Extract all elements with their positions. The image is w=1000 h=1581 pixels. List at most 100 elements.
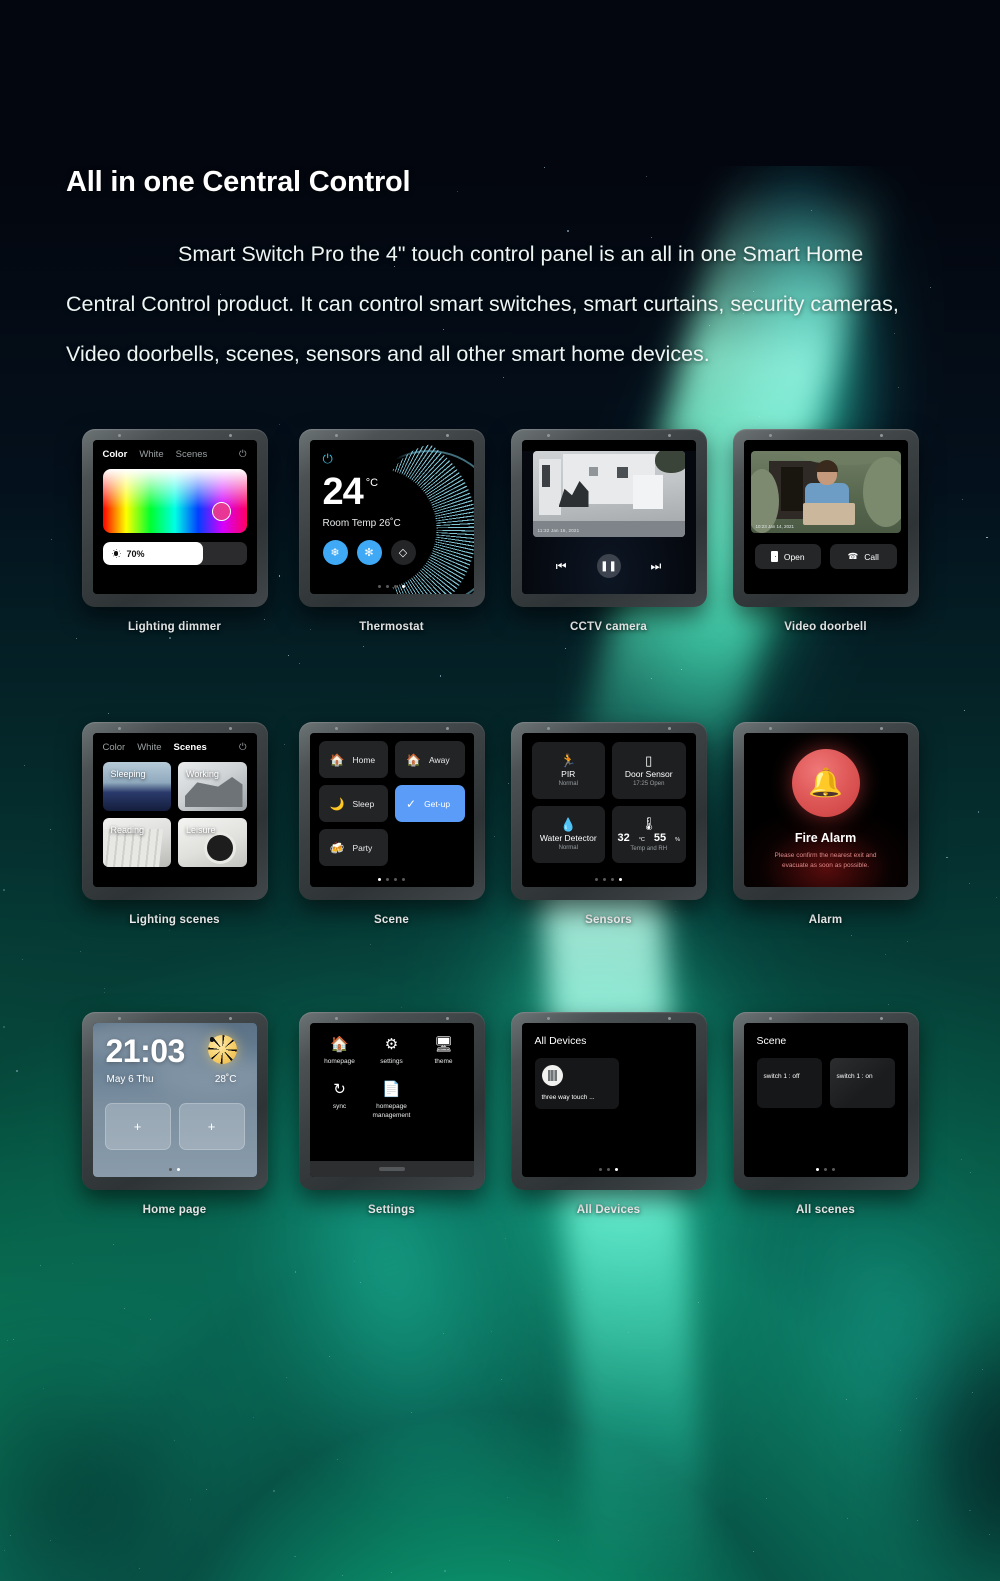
scene-button-party[interactable]: 🍻 Party bbox=[318, 829, 388, 866]
gallery-item-scene: 🏠 Home 🏠 Away 🌙 Sleep ✓ Get-up 🍻 Party S… bbox=[283, 722, 500, 1012]
scene-button-sleep[interactable]: 🌙 Sleep bbox=[318, 785, 388, 822]
pager-dot[interactable] bbox=[386, 878, 389, 881]
pager-dot-active[interactable] bbox=[816, 1168, 819, 1171]
screen-alarm[interactable]: 🔔 Fire Alarm Please confirm the nearest … bbox=[743, 733, 908, 887]
pager-dot-active[interactable] bbox=[402, 585, 405, 588]
settings-home-bar[interactable] bbox=[309, 1161, 474, 1177]
power-icon[interactable]: ⏻ bbox=[239, 450, 247, 460]
settings-item-homepage[interactable]: 🏠 homepage bbox=[314, 1037, 366, 1066]
feed-visitor-hair bbox=[815, 460, 838, 472]
power-icon[interactable]: ⏻ bbox=[239, 743, 247, 753]
pager-dot[interactable] bbox=[607, 1168, 610, 1171]
sensor-card-water[interactable]: 💧 Water Detector Normal bbox=[531, 806, 605, 863]
scene-card-off[interactable]: switch 1 : off bbox=[756, 1058, 822, 1108]
pager-dot-active[interactable] bbox=[619, 878, 622, 881]
doorbell-feed[interactable]: 10:23 Jan 14, 2021 bbox=[750, 451, 901, 533]
previous-icon[interactable]: ⏮ bbox=[556, 559, 567, 574]
screen-sensors[interactable]: 🏃 PIR Normal ▯ Door Sensor 17:25 Open 💧 bbox=[521, 733, 696, 887]
scene-tile-label: Working bbox=[186, 769, 219, 779]
pager-dot[interactable] bbox=[169, 1168, 172, 1171]
brightness-icon bbox=[112, 549, 121, 558]
bezel-pin-left bbox=[768, 727, 772, 730]
alarm-indicator[interactable]: 🔔 bbox=[791, 749, 860, 817]
screen-home-page[interactable]: 21:03 May 6 Thu 28˚C + + bbox=[92, 1023, 257, 1177]
tab-scenes[interactable]: Scenes bbox=[174, 742, 207, 753]
sensor-card-temp-rh[interactable]: 🌡 32 °C 55% Temp and RH bbox=[612, 806, 686, 863]
pager-dot[interactable] bbox=[611, 878, 614, 881]
tab-white[interactable]: White bbox=[137, 742, 161, 753]
home-subheader: May 6 Thu 28˚C bbox=[93, 1066, 257, 1085]
pager-dot[interactable] bbox=[603, 878, 606, 881]
pager-dot[interactable] bbox=[595, 878, 598, 881]
pager-dot-active[interactable] bbox=[378, 878, 381, 881]
next-icon[interactable]: ⏭ bbox=[651, 559, 662, 574]
pager-dot-active[interactable] bbox=[177, 1168, 180, 1171]
add-widget-slot-2[interactable]: + bbox=[178, 1103, 245, 1150]
settings-item-label: settings bbox=[380, 1058, 403, 1065]
screen-lighting-dimmer[interactable]: Color White Scenes ⏻ 70% bbox=[92, 440, 257, 594]
settings-item-theme[interactable]: 🖥 theme bbox=[418, 1037, 470, 1066]
pager-dot[interactable] bbox=[402, 878, 405, 881]
home-icon: 🏠 bbox=[330, 1036, 349, 1053]
pager-dot[interactable] bbox=[394, 585, 397, 588]
switch-glyph bbox=[547, 1070, 557, 1081]
scene-tile-reading[interactable]: Reading bbox=[102, 818, 171, 867]
scene-button-home[interactable]: 🏠 Home bbox=[318, 741, 388, 778]
page-title: All in one Central Control bbox=[66, 166, 411, 198]
scene-tile-working[interactable]: Working bbox=[178, 762, 247, 811]
screen-settings[interactable]: 🏠 homepage ⚙ settings 🖥 theme ↻ sync 📄 h… bbox=[309, 1023, 474, 1177]
device-card[interactable]: three way touch ... bbox=[534, 1058, 619, 1109]
settings-item-sync[interactable]: ↻ sync bbox=[314, 1082, 366, 1120]
pager-dot[interactable] bbox=[832, 1168, 835, 1171]
device-bezel: Color White Scenes ⏻ 70% bbox=[81, 429, 268, 607]
tab-white[interactable]: White bbox=[139, 449, 163, 460]
screen-video-doorbell[interactable]: 10:23 Jan 14, 2021 Open ☎ Call bbox=[743, 440, 908, 594]
screen-all-scenes[interactable]: Scene switch 1 : off switch 1 : on bbox=[743, 1023, 908, 1177]
tab-color[interactable]: Color bbox=[103, 742, 126, 753]
pause-icon[interactable]: ❚❚ bbox=[596, 554, 621, 578]
settings-item-homepage-management[interactable]: 📄 homepage management bbox=[366, 1082, 418, 1120]
scene-button-label: Home bbox=[352, 754, 376, 765]
pager-dot[interactable] bbox=[386, 585, 389, 588]
brightness-slider[interactable]: 70% bbox=[102, 542, 247, 565]
screen-scene[interactable]: 🏠 Home 🏠 Away 🌙 Sleep ✓ Get-up 🍻 Party bbox=[309, 733, 474, 887]
pager-dot-active[interactable] bbox=[615, 1168, 618, 1171]
check-icon: ✓ bbox=[406, 796, 417, 811]
camera-feed[interactable]: 11:32 Jan 16, 2021 bbox=[532, 451, 685, 537]
gallery-item-home-page: 21:03 May 6 Thu 28˚C + + Home page bbox=[66, 1012, 283, 1216]
caption-cctv-camera: CCTV camera bbox=[570, 621, 647, 633]
settings-item-settings[interactable]: ⚙ settings bbox=[366, 1037, 418, 1066]
scene-tile-sleeping[interactable]: Sleeping bbox=[102, 762, 171, 811]
screen-all-devices[interactable]: All Devices three way touch ... bbox=[521, 1023, 696, 1177]
page-indicator bbox=[522, 1168, 696, 1171]
snowflake-icon[interactable]: ❄ bbox=[322, 540, 348, 565]
scene-button-away[interactable]: 🏠 Away bbox=[395, 741, 465, 778]
sensor-card-door[interactable]: ▯ Door Sensor 17:25 Open bbox=[612, 742, 686, 799]
scene-card-on[interactable]: switch 1 : on bbox=[829, 1058, 895, 1108]
bezel-pin-left bbox=[546, 1017, 550, 1020]
scene-tile-leisure[interactable]: Leisure bbox=[178, 818, 247, 867]
open-button[interactable]: Open bbox=[754, 544, 821, 569]
sensor-card-pir[interactable]: 🏃 PIR Normal bbox=[531, 742, 605, 799]
pager-dot[interactable] bbox=[378, 585, 381, 588]
alarm-body: 🔔 Fire Alarm Please confirm the nearest … bbox=[743, 733, 908, 887]
temperature-unit: °C bbox=[638, 837, 645, 843]
tab-scenes[interactable]: Scenes bbox=[176, 449, 208, 460]
call-button[interactable]: ☎ Call bbox=[830, 544, 897, 569]
add-widget-slot-1[interactable]: + bbox=[104, 1103, 171, 1150]
screen-thermostat[interactable]: ⏻ 24 °C Room Temp 26˚C ❄ ✻ ◇ bbox=[309, 440, 474, 594]
caption-lighting-dimmer: Lighting dimmer bbox=[127, 621, 222, 633]
screen-lighting-scenes[interactable]: Color White Scenes ⏻ Sleeping Working Re… bbox=[92, 733, 257, 887]
scene-button-getup[interactable]: ✓ Get-up bbox=[395, 785, 465, 822]
brightness-value: 70% bbox=[126, 548, 145, 559]
caption-video-doorbell: Video doorbell bbox=[784, 621, 867, 633]
screen-cctv-camera[interactable]: 11:32 Jan 16, 2021 ⏮ ❚❚ ⏭ bbox=[521, 440, 696, 594]
pager-dot[interactable] bbox=[824, 1168, 827, 1171]
pager-dot[interactable] bbox=[394, 878, 397, 881]
scene-body: 🏠 Home 🏠 Away 🌙 Sleep ✓ Get-up 🍻 Party bbox=[310, 733, 474, 887]
color-picker-field[interactable] bbox=[102, 469, 247, 533]
pager-dot[interactable] bbox=[599, 1168, 602, 1171]
tab-color[interactable]: Color bbox=[103, 449, 128, 460]
bezel-pin-right bbox=[667, 434, 671, 437]
color-picker-handle[interactable] bbox=[211, 502, 231, 521]
